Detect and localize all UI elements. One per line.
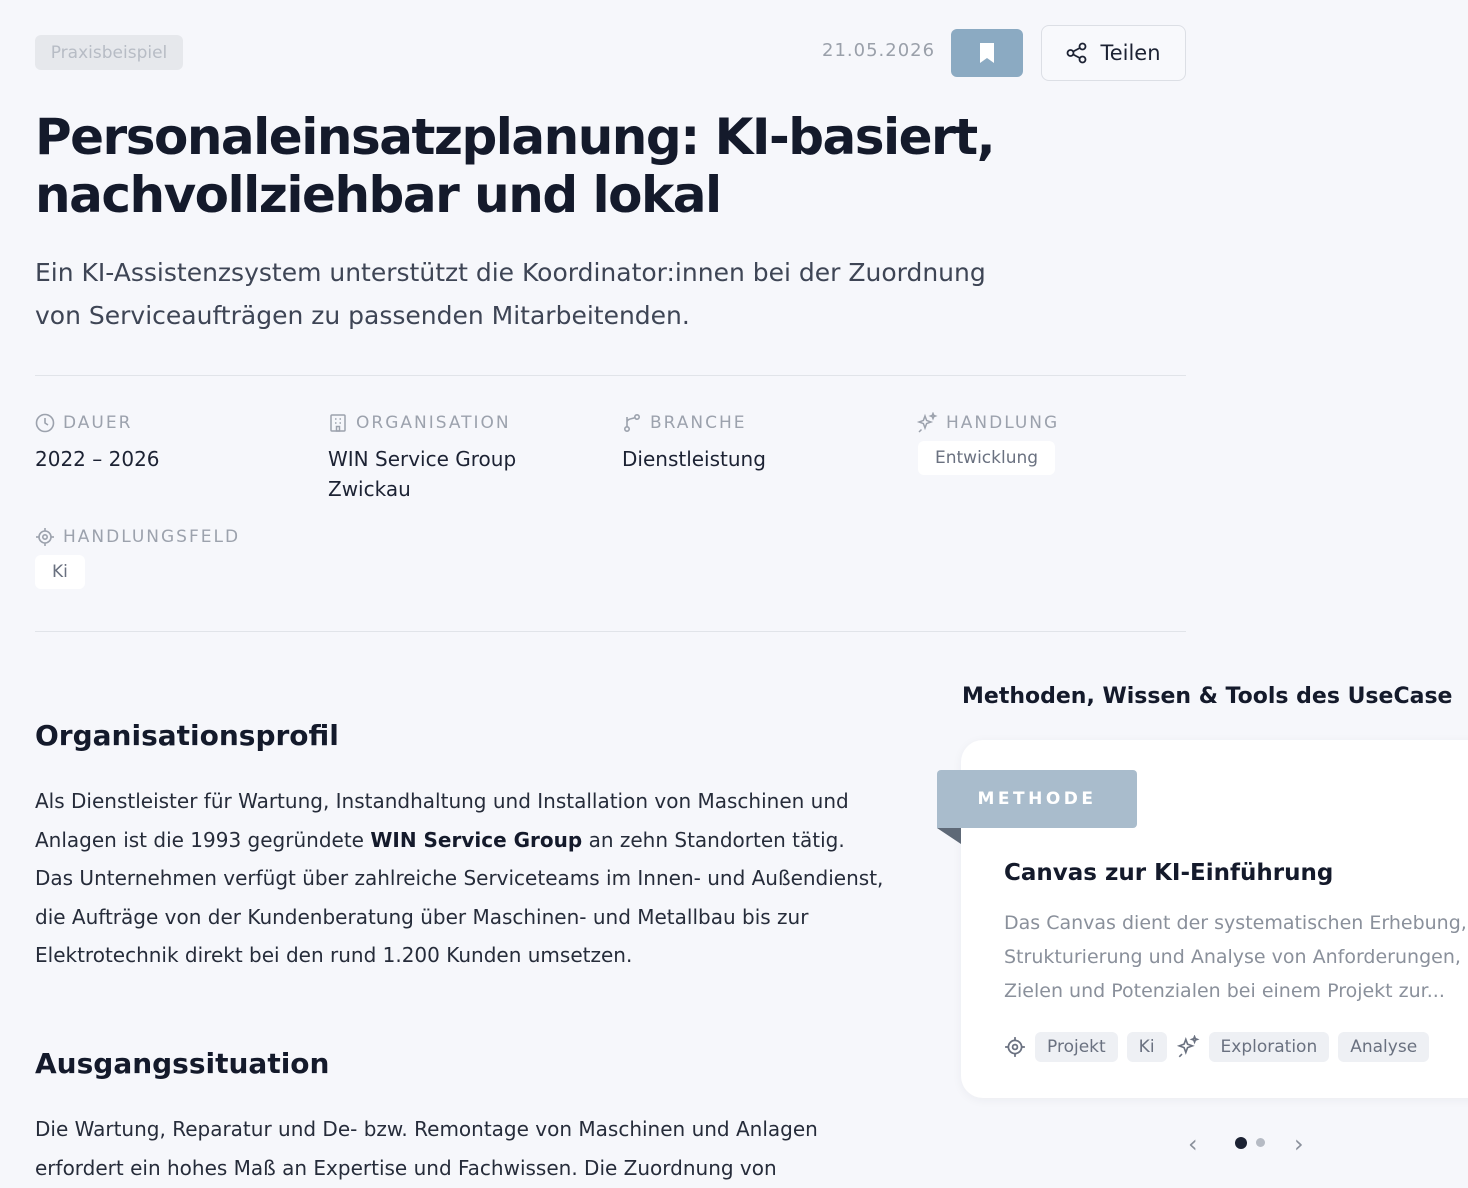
meta-branche: BRANCHE Dienstleistung: [622, 411, 766, 474]
category-tag: Praxisbeispiel: [35, 35, 183, 70]
clock-icon: [35, 413, 55, 433]
meta-organisation-label: ORGANISATION: [356, 413, 511, 433]
card-ribbon: METHODE: [937, 770, 1137, 828]
divider-top: [35, 375, 1186, 376]
target-icon: [1005, 1037, 1025, 1057]
publish-date: 21.05.2026: [822, 40, 936, 61]
carousel-controls: ‹ ›: [1180, 1130, 1320, 1158]
carousel-dot[interactable]: [1256, 1138, 1265, 1147]
card-title[interactable]: Canvas zur KI-Einführung: [1004, 860, 1333, 886]
meta-branche-value: Dienstleistung: [622, 447, 766, 471]
meta-handlung-label: HANDLUNG: [946, 413, 1060, 433]
card-tag[interactable]: Ki: [1126, 1032, 1167, 1062]
carousel-dot-active[interactable]: [1235, 1137, 1247, 1149]
carousel-prev-button[interactable]: ‹: [1188, 1130, 1198, 1158]
meta-handlung-chip[interactable]: Entwicklung: [918, 441, 1056, 475]
carousel-next-button[interactable]: ›: [1294, 1130, 1304, 1158]
meta-organisation: ORGANISATION WIN Service Group Zwickau: [328, 411, 558, 504]
card-tags: Projekt Ki Exploration Analyse: [1004, 1032, 1430, 1062]
sidebar-title: Methoden, Wissen & Tools des UseCase: [962, 684, 1453, 709]
sparkle-icon: [1176, 1035, 1200, 1058]
bookmark-button[interactable]: [951, 29, 1023, 77]
card-description: Das Canvas dient der systematischen Erhe…: [1004, 912, 1466, 1002]
section-heading-ausgangssituation: Ausgangssituation: [35, 1047, 330, 1080]
share-icon: [1067, 42, 1087, 64]
building-icon: [330, 414, 346, 432]
share-label: Teilen: [1100, 41, 1161, 65]
section-text-ausgangssituation: Die Wartung, Reparatur und De- bzw. Remo…: [35, 1117, 818, 1180]
meta-handlungsfeld-label: HANDLUNGSFELD: [63, 527, 241, 547]
section-heading-organisationsprofil: Organisationsprofil: [35, 719, 339, 752]
bookmark-icon: [980, 43, 994, 63]
lead-text: Ein KI-Assistenzsystem unterstützt die K…: [35, 258, 986, 330]
divider-bottom: [35, 631, 1186, 632]
card-tag[interactable]: Projekt: [1035, 1032, 1118, 1062]
ribbon-fold: [937, 828, 961, 844]
card-tag[interactable]: Analyse: [1338, 1032, 1430, 1062]
meta-handlung: HANDLUNG Entwicklung: [916, 411, 1059, 475]
branch-icon: [623, 413, 641, 433]
page-title: Personaleinsatzplanung: KI-basiert, nach…: [35, 108, 996, 224]
section-text-organisationsprofil: Als Dienstleister für Wartung, Instandha…: [35, 789, 884, 967]
share-button[interactable]: Teilen: [1041, 25, 1186, 81]
sparkle-icon: [916, 412, 938, 433]
meta-dauer-label: DAUER: [63, 413, 133, 433]
card-tag[interactable]: Exploration: [1208, 1032, 1330, 1062]
meta-handlungsfeld-chip[interactable]: Ki: [35, 555, 85, 589]
meta-dauer: DAUER 2022 – 2026: [35, 411, 160, 474]
meta-handlungsfeld: HANDLUNGSFELD Ki: [35, 525, 240, 589]
meta-branche-label: BRANCHE: [650, 413, 747, 433]
target-icon: [36, 528, 54, 546]
meta-organisation-value: WIN Service Group Zwickau: [328, 447, 517, 501]
meta-dauer-value: 2022 – 2026: [35, 447, 160, 471]
